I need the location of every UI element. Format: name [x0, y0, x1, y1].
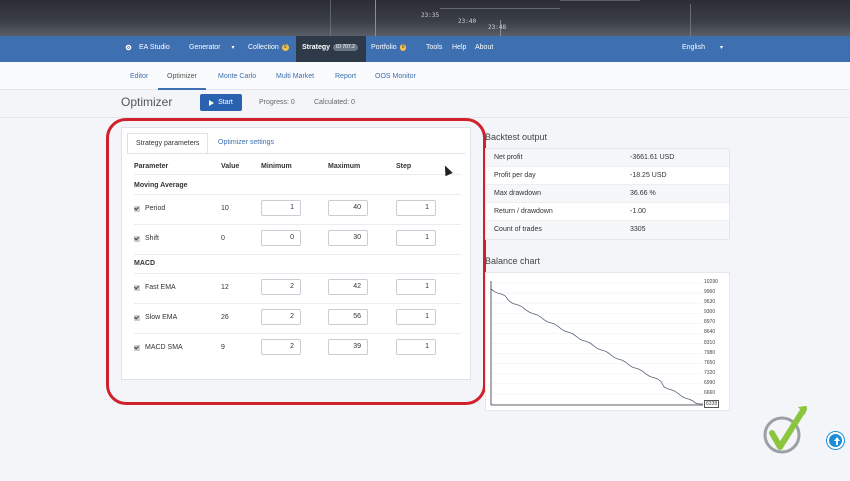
y-tick-label: 8970 — [704, 319, 716, 326]
balance-chart-title: Balance chart — [485, 256, 541, 266]
metric-label: Profit per day — [494, 172, 536, 179]
balance-chart-svg — [490, 281, 703, 406]
table-row: Net profit -3661.61 USD — [486, 149, 729, 167]
tab-optimizer[interactable]: Optimizer — [167, 73, 197, 80]
active-tab-underline — [158, 88, 206, 90]
banner-line — [690, 4, 691, 36]
nav-label: Collection — [248, 44, 279, 51]
strategy-subnav: Editor Optimizer Monte Carlo Multi Marke… — [0, 62, 850, 90]
nav-item-portfolio[interactable]: Portfolio 0 — [371, 44, 407, 51]
metric-value: 3305 — [630, 226, 646, 233]
nav-item-help[interactable]: Help — [452, 44, 466, 51]
caret-down-icon: ▾ — [231, 45, 235, 51]
y-tick-label: 9630 — [704, 299, 716, 306]
tab-monte-carlo[interactable]: Monte Carlo — [218, 73, 256, 80]
banner-line — [440, 8, 560, 9]
progress-text: Progress: 0 — [259, 99, 295, 106]
nav-label: Portfolio — [371, 44, 397, 51]
backtest-output-title: Backtest output — [485, 132, 548, 142]
nav-item-generator[interactable]: Generator ▾ — [189, 44, 235, 51]
table-row: Max drawdown 36.66 % — [486, 185, 729, 203]
y-tick-label: 7320 — [704, 369, 716, 376]
tab-multi-market[interactable]: Multi Market — [276, 73, 314, 80]
banner-line — [330, 0, 331, 36]
backtest-output-table: Net profit -3661.61 USD Profit per day -… — [485, 148, 730, 240]
metric-value: -3661.61 USD — [630, 154, 675, 161]
start-label: Start — [218, 99, 233, 106]
portfolio-count-badge: 0 — [399, 44, 407, 51]
gear-icon — [125, 44, 132, 51]
header-banner: 23:35 23:40 23:48 — [0, 0, 850, 36]
table-row: Profit per day -18.25 USD — [486, 167, 729, 185]
y-tick-label: 6990 — [704, 379, 716, 386]
banner-line — [560, 0, 640, 1]
metric-label: Net profit — [494, 154, 523, 161]
tab-oos-monitor[interactable]: OOS Monitor — [375, 73, 416, 80]
nav-label: EA Studio — [139, 44, 170, 51]
y-tick-label: 6660 — [704, 389, 716, 396]
language-label: English — [682, 44, 705, 51]
metric-label: Return / drawdown — [494, 208, 553, 215]
metric-value: -1.00 — [630, 208, 646, 215]
scroll-top-button[interactable] — [827, 432, 844, 449]
nav-item-collection[interactable]: Collection 0 — [248, 44, 289, 51]
y-tick-label: 7650 — [704, 359, 716, 366]
brand-logo-icon — [763, 406, 807, 454]
language-selector[interactable]: English ▾ — [682, 44, 723, 51]
collection-count-badge: 0 — [281, 44, 289, 51]
banner-time: 23:35 — [421, 12, 440, 19]
nav-item-ea-studio[interactable]: EA Studio — [125, 44, 170, 51]
y-tick-label: 10290 — [704, 279, 718, 285]
play-icon — [209, 99, 215, 106]
nav-label: Generator — [189, 44, 221, 51]
metric-label: Max drawdown — [494, 190, 542, 197]
y-tick-label: 9300 — [704, 309, 716, 316]
table-row: Return / drawdown -1.00 — [486, 203, 729, 221]
banner-time: 23:40 — [458, 18, 477, 25]
balance-line — [490, 288, 703, 405]
y-tick-label: 6338 — [704, 400, 720, 408]
table-row: Count of trades 3305 — [486, 221, 729, 239]
nav-item-tools[interactable]: Tools — [426, 44, 442, 51]
y-tick-label: 8640 — [704, 329, 716, 336]
highlight-annotation-ring — [106, 118, 486, 405]
balance-chart — [485, 272, 730, 411]
nav-item-about[interactable]: About — [475, 44, 493, 51]
banner-line — [375, 0, 376, 36]
banner-time: 23:48 — [488, 24, 507, 31]
page-title: Optimizer — [121, 95, 173, 109]
metric-value: 36.66 % — [630, 190, 656, 197]
strategy-id-badge: ID 707.2 — [333, 44, 358, 51]
main-navbar: EA Studio Generator ▾ Collection 0 Strat… — [0, 36, 850, 62]
metric-label: Count of trades — [494, 226, 542, 233]
start-button[interactable]: Start — [200, 94, 242, 111]
nav-label: Strategy — [302, 44, 331, 51]
calculated-text: Calculated: 0 — [314, 99, 355, 106]
tab-editor[interactable]: Editor — [130, 73, 148, 80]
tab-report[interactable]: Report — [335, 73, 356, 80]
y-tick-label: 8310 — [704, 339, 716, 346]
y-tick-label: 7980 — [704, 349, 716, 356]
metric-value: -18.25 USD — [630, 172, 667, 179]
nav-item-strategy[interactable]: Strategy ID 707.2 — [302, 44, 358, 51]
y-tick-label: 9960 — [704, 289, 716, 296]
caret-down-icon: ▾ — [719, 45, 723, 51]
